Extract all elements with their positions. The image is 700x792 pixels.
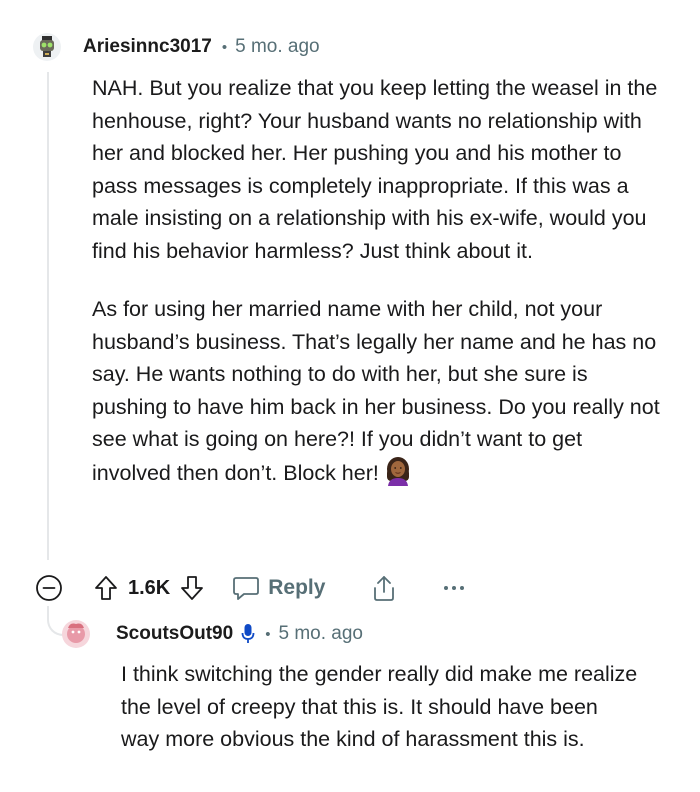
thread-line[interactable]	[47, 72, 49, 560]
snoo-avatar-icon	[40, 36, 54, 57]
comment-thread: Ariesinnc3017 • 5 mo. ago NAH. But you r…	[0, 0, 700, 792]
comment-paragraph-2: As for using her married name with her c…	[92, 293, 664, 495]
reply-button[interactable]: Reply	[232, 575, 325, 601]
comment-body: NAH. But you realize that you keep letti…	[92, 72, 664, 495]
comment-author[interactable]: Ariesinnc3017	[83, 36, 212, 58]
reply-header: ScoutsOut90 • 5 mo. ago	[62, 619, 363, 649]
collapse-button[interactable]	[34, 573, 64, 603]
separator-dot: •	[221, 38, 228, 56]
share-button[interactable]	[369, 573, 399, 603]
share-icon	[374, 576, 395, 601]
collapse-minus-icon	[36, 575, 62, 601]
more-dots-icon	[444, 586, 465, 590]
comment-age: 5 mo. ago	[235, 36, 320, 57]
more-options-button[interactable]	[439, 573, 469, 603]
reply-age: 5 mo. ago	[278, 623, 363, 644]
comment-paragraph-1: NAH. But you realize that you keep letti…	[92, 76, 658, 263]
speech-bubble-icon	[233, 577, 260, 600]
separator-dot: •	[265, 625, 271, 643]
downvote-button[interactable]	[178, 573, 206, 603]
downvote-arrow-icon	[181, 576, 204, 600]
comment-action-bar: 1.6K Reply	[34, 570, 469, 606]
reply-author[interactable]: ScoutsOut90	[116, 623, 233, 645]
upvote-button[interactable]	[92, 573, 120, 603]
microphone-icon	[241, 623, 255, 645]
reply-label: Reply	[268, 576, 326, 599]
reply-avatar[interactable]	[62, 620, 90, 648]
upvote-arrow-icon	[95, 576, 117, 600]
woman-emoji-icon	[383, 456, 413, 496]
comment-paragraph-2-text: As for using her married name with her c…	[92, 297, 660, 485]
avatar[interactable]	[33, 33, 61, 61]
comment-header: Ariesinnc3017 • 5 mo. ago	[33, 32, 320, 62]
reply-text: I think switching the gender really did …	[121, 662, 638, 751]
reply-body: I think switching the gender really did …	[121, 658, 641, 756]
snoo-avatar-icon	[67, 623, 85, 643]
vote-count: 1.6K	[128, 576, 171, 599]
